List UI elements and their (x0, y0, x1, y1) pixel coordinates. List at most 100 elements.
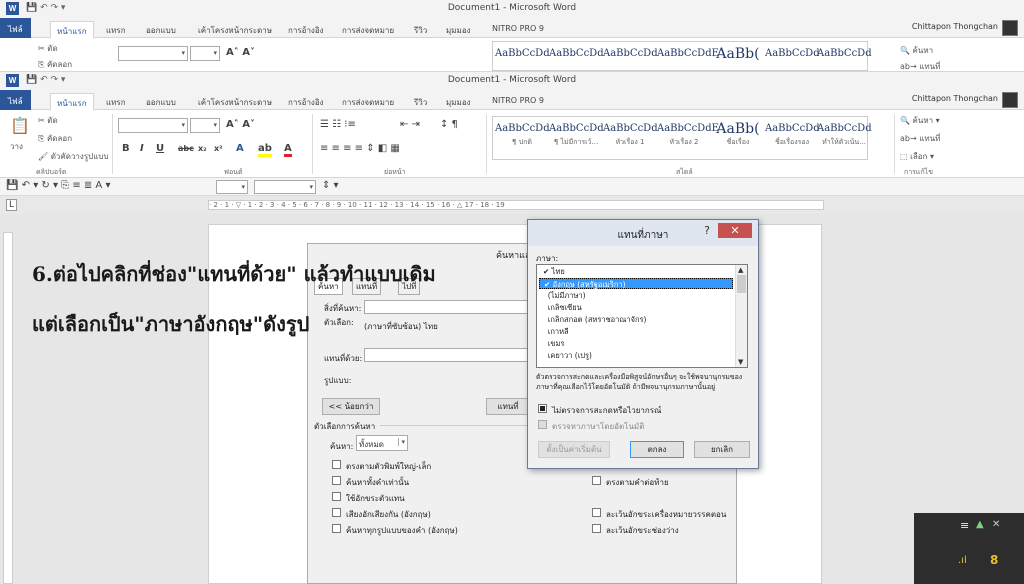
indent-icon[interactable]: ⇤ ⇥ (400, 119, 420, 130)
list-item[interactable]: เขมร (539, 338, 733, 349)
underline-icon[interactable]: U (156, 143, 164, 154)
font-color-icon[interactable]: A (284, 143, 292, 157)
list-item[interactable]: เกลิกสกอต (สหราชอาณาจักร) (539, 314, 733, 325)
style-item[interactable]: AaBbCcDd (495, 42, 550, 62)
tab-review[interactable]: รีวิว (408, 21, 433, 38)
font-name-combo[interactable]: ▾ (118, 46, 188, 61)
tab-references[interactable]: การอ้างอิง (282, 21, 330, 38)
ignore-whitespace-checkbox[interactable] (592, 524, 601, 533)
help-icon[interactable]: ? (704, 224, 710, 237)
copy-button[interactable]: ⎘ คัดลอก (38, 132, 72, 145)
tab-home[interactable]: หน้าแรก (50, 21, 94, 38)
paste-icon[interactable]: 📋 (10, 116, 30, 135)
select-button[interactable]: ⬚ เลือก ▾ (900, 150, 934, 163)
paste-button[interactable]: วาง (10, 140, 23, 153)
italic-icon[interactable]: I (140, 143, 144, 154)
tab-nitro[interactable]: NITRO PRO 9 (486, 93, 550, 110)
highlight-icon[interactable]: ab (258, 143, 272, 157)
toolbar-combo[interactable]: ▾ (216, 180, 248, 194)
bullets-icon[interactable]: ☰ ☷ ⁝≡ (320, 119, 356, 130)
tab-home[interactable]: หน้าแรก (50, 93, 94, 110)
find-button[interactable]: 🔍 ค้นหา (900, 44, 933, 57)
replace-button[interactable]: ab→ แทนที่ (900, 132, 940, 145)
style-item[interactable]: AaBbCcDd (549, 42, 604, 62)
tab-stop-icon[interactable]: L (6, 199, 18, 211)
language-list[interactable]: ✔ ไทย ✔ อังกฤษ (สหรัฐอเมริกา) (ไม่มีภาษา… (536, 264, 748, 368)
grow-font-icon[interactable]: A˄ A˅ (226, 47, 255, 58)
tab-design[interactable]: ออกแบบ (140, 93, 182, 110)
styles-gallery-top[interactable]: AaBbCcDd AaBbCcDd AaBbCcDd AaBbCcDdE AaB… (492, 41, 872, 71)
no-proofing-checkbox[interactable] (538, 404, 547, 413)
font-name-combo[interactable]: ▾ (118, 118, 188, 133)
style-item[interactable]: AaBbCcDdE (657, 42, 719, 62)
style-item[interactable]: AaBbCcDd (603, 42, 658, 62)
tab-layout[interactable]: เค้าโครงหน้ากระดาษ (192, 93, 278, 110)
ok-button[interactable]: ตกลง (630, 441, 684, 458)
scroll-up-icon[interactable]: ▲ (738, 266, 743, 274)
toolbar-icons[interactable]: ⇕ ▾ (322, 180, 339, 191)
style-item[interactable]: AaBb( (711, 42, 765, 62)
find-what-input[interactable] (364, 300, 528, 314)
format-painter-button[interactable]: 🖌 ตัวคัดวางรูปแบบ (38, 150, 109, 163)
match-suffix-checkbox[interactable] (592, 476, 601, 485)
avatar[interactable] (1002, 92, 1018, 108)
list-item[interactable]: ✔ อังกฤษ (สหรัฐอเมริกา) (539, 278, 733, 289)
find-button[interactable]: 🔍 ค้นหา ▾ (900, 114, 940, 127)
tab-mailings[interactable]: การส่งจดหมาย (336, 93, 400, 110)
close-button[interactable]: ✕ (718, 223, 752, 238)
cut-button[interactable]: ✂ ตัด (38, 114, 58, 127)
styles-gallery[interactable]: AaBbCcDd ¶ ปกติ AaBbCcDd ¶ ไม่มีการเว้... … (492, 116, 872, 160)
copy-button[interactable]: ⎘ คัดลอก (38, 58, 72, 71)
whole-words-checkbox[interactable] (332, 476, 341, 485)
tab-design[interactable]: ออกแบบ (140, 21, 182, 38)
less-button[interactable]: << น้อยกว่า (322, 398, 380, 415)
tab-nitro[interactable]: NITRO PRO 9 (486, 21, 550, 38)
ruler-scale[interactable]: · 2 · 1 · ▽ · 1 · 2 · 3 · 4 · 5 · 6 · 7 … (208, 200, 824, 210)
text-effects-icon[interactable]: A (236, 143, 244, 154)
tab-review[interactable]: รีวิว (408, 93, 433, 110)
strikethrough-icon[interactable]: abc (178, 144, 194, 153)
list-item[interactable]: ✔ ไทย (539, 266, 733, 277)
style-item[interactable]: AaBbCcDd ¶ ไม่มีการเว้... (549, 117, 604, 148)
match-case-checkbox[interactable] (332, 460, 341, 469)
close-icon[interactable]: ✕ (992, 519, 1000, 530)
style-item[interactable]: AaBbCcDd ทำให้ตัวเน้น... (817, 117, 872, 148)
toolbar-icons[interactable]: 💾 ↶ ▾ ↻ ▾ ⎘ ≡ ≣ A ▾ (6, 180, 110, 191)
tab-file[interactable]: ไฟล์ (0, 90, 31, 110)
replace-with-input[interactable] (364, 348, 528, 362)
tab-mailings[interactable]: การส่งจดหมาย (336, 21, 400, 38)
style-item[interactable]: AaBbCcDdE หัวเรื่อง 2 (657, 117, 719, 148)
style-item[interactable]: AaBbCcDd ชื่อเรื่องรอง (765, 117, 820, 148)
bold-icon[interactable]: B (122, 143, 130, 154)
tab-view[interactable]: มุมมอง (440, 21, 477, 38)
style-item[interactable]: AaBbCcDd (765, 42, 820, 62)
toolbar-combo[interactable]: ▾ (254, 180, 316, 194)
sounds-like-checkbox[interactable] (332, 508, 341, 517)
menu-icon[interactable]: ≡ (960, 519, 969, 532)
list-item[interactable]: เกลิซเซียน (539, 302, 733, 313)
scroll-down-icon[interactable]: ▼ (738, 358, 743, 366)
list-item[interactable]: เคยาวา (เปรู) (539, 350, 733, 361)
tab-file[interactable]: ไฟล์ (0, 18, 31, 38)
font-size-combo[interactable]: ▾ (190, 46, 220, 61)
tab-view[interactable]: มุมมอง (440, 93, 477, 110)
scroll-thumb[interactable] (737, 275, 746, 293)
align-icons[interactable]: ≡ ≡ ≡ ≡ ⇕ ◧ ▦ (320, 143, 400, 154)
avatar[interactable] (1002, 20, 1018, 36)
list-item[interactable]: เกาหลี (539, 326, 733, 337)
up-arrow-icon[interactable]: ▲ (976, 519, 984, 530)
user-name[interactable]: Chittapon Thongchan (912, 22, 998, 31)
tab-layout[interactable]: เค้าโครงหน้ากระดาษ (192, 21, 278, 38)
wildcards-checkbox[interactable] (332, 492, 341, 501)
tab-references[interactable]: การอ้างอิง (282, 93, 330, 110)
font-size-combo[interactable]: ▾ (190, 118, 220, 133)
superscript-icon[interactable]: x² (214, 144, 223, 153)
user-name[interactable]: Chittapon Thongchan (912, 94, 998, 103)
ignore-punctuation-checkbox[interactable] (592, 508, 601, 517)
grow-shrink-font-icon[interactable]: A˄ A˅ (226, 119, 255, 130)
sort-icon[interactable]: ↕ ¶ (440, 119, 458, 130)
cut-button[interactable]: ✂ ตัด (38, 42, 58, 55)
search-direction-select[interactable]: ทั้งหมด ▾ (356, 435, 408, 451)
list-item[interactable]: (ไม่มีภาษา) (539, 290, 733, 301)
replace-button[interactable]: แทนที่ (486, 398, 530, 415)
